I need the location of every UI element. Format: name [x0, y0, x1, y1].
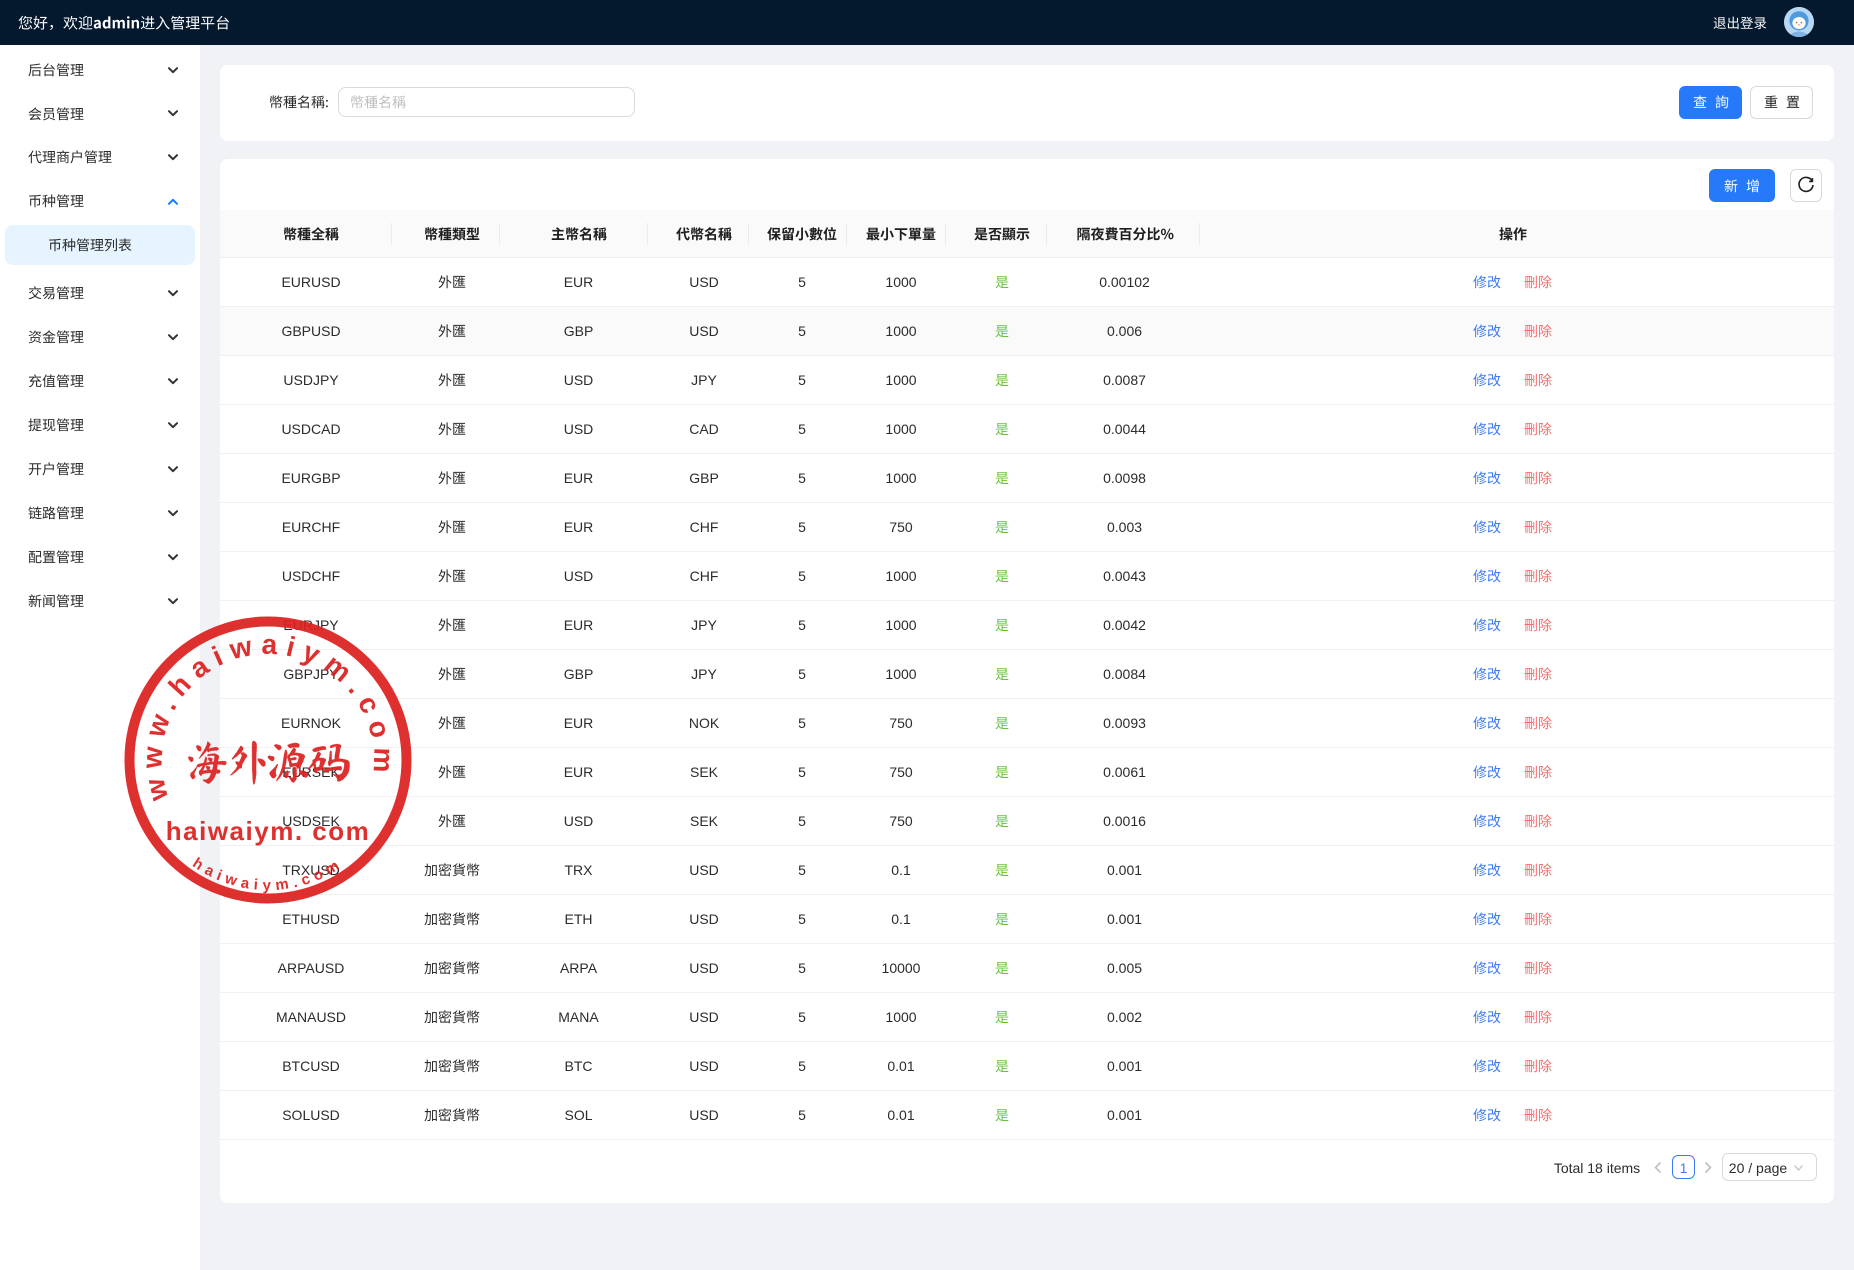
svg-text:haiwaiym. com: haiwaiym. com	[166, 816, 370, 846]
